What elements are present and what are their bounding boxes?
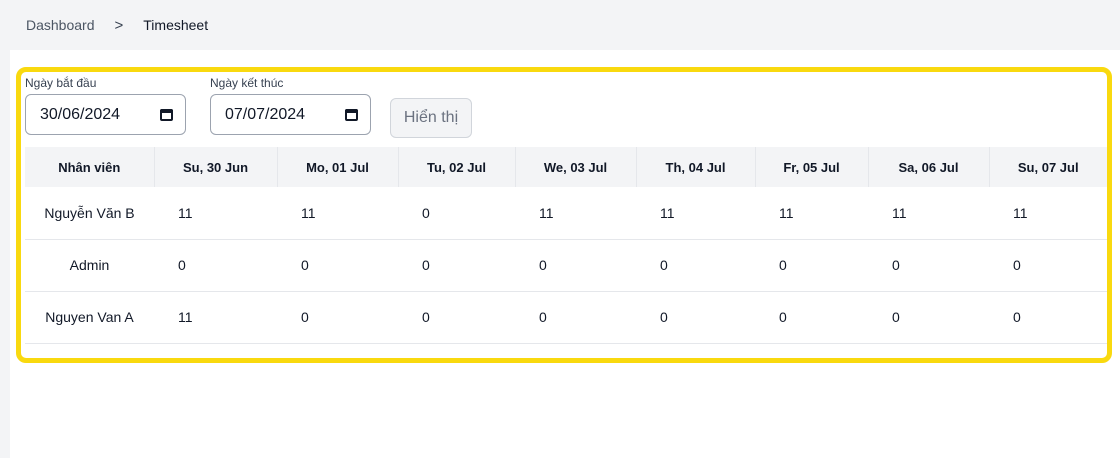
breadcrumb-dashboard-link[interactable]: Dashboard	[26, 17, 95, 33]
hours-cell: 0	[277, 239, 398, 292]
end-date-input[interactable]: 07/07/2024	[210, 94, 371, 135]
table-row: Nguyen Van A 11 0 0 0 0 0 0 0	[25, 291, 1107, 344]
chevron-right-icon: >	[114, 16, 124, 34]
column-header: Su, 30 Jun	[154, 147, 278, 187]
start-date-input[interactable]: 30/06/2024	[25, 94, 186, 135]
start-date-field: Ngày bắt đầu 30/06/2024	[25, 76, 186, 135]
hours-cell: 11	[515, 187, 636, 240]
employee-name: Admin	[25, 239, 154, 292]
column-header: Sa, 06 Jul	[868, 147, 990, 187]
table-row: Nguyễn Văn B 11 11 0 11 11 11 11 11	[25, 187, 1107, 240]
start-date-label: Ngày bắt đầu	[25, 76, 97, 90]
hours-cell: 0	[154, 239, 277, 292]
hours-cell: 11	[755, 187, 868, 240]
timesheet-panel: Ngày bắt đầu 30/06/2024 Ngày kết thúc 07…	[16, 67, 1112, 363]
start-date-value: 30/06/2024	[40, 105, 121, 123]
column-header: Th, 04 Jul	[636, 147, 756, 187]
hours-cell: 0	[398, 239, 515, 292]
hours-cell: 0	[515, 291, 636, 344]
hours-cell: 11	[636, 187, 755, 240]
end-date-label: Ngày kết thúc	[210, 76, 284, 90]
breadcrumb-current: Timesheet	[143, 17, 209, 33]
hours-cell: 11	[868, 187, 989, 240]
column-header: Fr, 05 Jul	[755, 147, 869, 187]
hours-cell: 11	[277, 187, 398, 240]
end-date-field: Ngày kết thúc 07/07/2024	[210, 76, 371, 135]
calendar-icon[interactable]	[345, 108, 358, 121]
hours-cell: 11	[154, 291, 277, 344]
table-header-row: Nhân viên Su, 30 Jun Mo, 01 Jul Tu, 02 J…	[25, 147, 1107, 187]
hours-cell: 0	[515, 239, 636, 292]
end-date-value: 07/07/2024	[225, 105, 306, 123]
hours-cell: 0	[398, 291, 515, 344]
employee-name: Nguyễn Văn B	[25, 187, 154, 240]
table-row: Admin 0 0 0 0 0 0 0 0	[25, 239, 1107, 292]
date-filters: Ngày bắt đầu 30/06/2024 Ngày kết thúc 07…	[25, 76, 1105, 146]
hours-cell: 0	[398, 187, 515, 240]
column-header: Mo, 01 Jul	[277, 147, 399, 187]
breadcrumb: Dashboard > Timesheet	[0, 0, 1120, 50]
hours-cell: 11	[989, 187, 1107, 240]
column-header: Tu, 02 Jul	[398, 147, 516, 187]
hours-cell: 0	[755, 239, 868, 292]
timesheet-table: Nhân viên Su, 30 Jun Mo, 01 Jul Tu, 02 J…	[25, 147, 1107, 344]
hours-cell: 0	[636, 239, 755, 292]
hours-cell: 0	[989, 239, 1107, 292]
column-header: Su, 07 Jul	[989, 147, 1107, 187]
hours-cell: 0	[755, 291, 868, 344]
employee-name: Nguyen Van A	[25, 291, 154, 344]
column-header: Nhân viên	[25, 147, 155, 187]
hours-cell: 0	[277, 291, 398, 344]
show-button[interactable]: Hiển thị	[390, 98, 472, 138]
calendar-icon[interactable]	[160, 108, 173, 121]
hours-cell: 0	[989, 291, 1107, 344]
hours-cell: 0	[868, 239, 989, 292]
hours-cell: 0	[636, 291, 755, 344]
column-header: We, 03 Jul	[515, 147, 637, 187]
hours-cell: 11	[154, 187, 277, 240]
hours-cell: 0	[868, 291, 989, 344]
